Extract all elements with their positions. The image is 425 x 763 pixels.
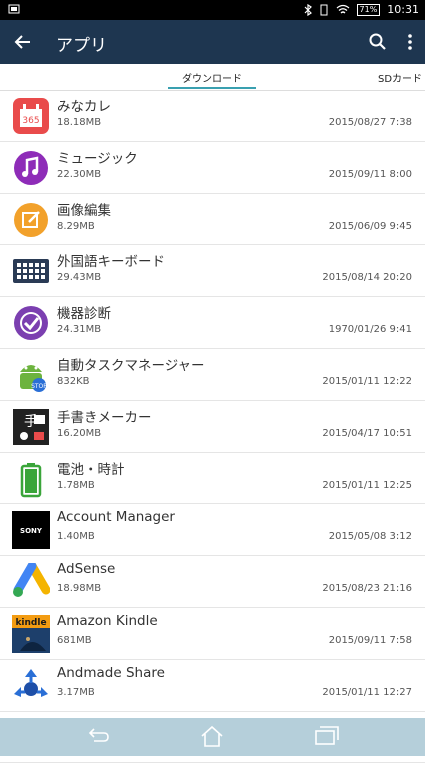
battery-indicator: 71%	[356, 3, 381, 16]
app-list-item[interactable]: 365 みなカレ 18.18MB 2015/08/27 7:38	[0, 90, 425, 142]
diagnostics-icon	[12, 304, 50, 342]
app-date: 2015/05/08 3:12	[328, 531, 412, 543]
app-date: 2015/08/23 21:16	[322, 583, 412, 595]
active-tab-indicator	[168, 87, 256, 89]
app-list-item[interactable]: ミュージック 22.30MB 2015/09/11 8:00	[0, 142, 425, 194]
image-edit-icon	[12, 201, 50, 239]
app-size: 24.31MB	[57, 324, 102, 336]
bluetooth-icon	[304, 3, 312, 16]
handwriting-icon: 手	[12, 408, 50, 446]
vibrate-icon	[320, 4, 328, 15]
tab-download[interactable]: ダウンロード	[168, 70, 256, 89]
app-date: 2015/01/11 12:22	[322, 375, 412, 387]
app-date: 2015/01/11 12:25	[322, 479, 412, 491]
status-bar: 71% 10:31	[0, 0, 425, 20]
app-name: ミュージック	[57, 150, 138, 167]
app-size: 832KB	[57, 375, 90, 387]
app-size: 29.43MB	[57, 272, 102, 284]
app-name: 機器診断	[57, 306, 111, 323]
app-list-item[interactable]: STOP 自動タスクマネージャー 832KB 2015/01/11 12:22	[0, 349, 425, 401]
app-date: 2015/04/17 10:51	[322, 427, 412, 439]
app-list-item[interactable]: AdSense 18.98MB 2015/08/23 21:16	[0, 556, 425, 608]
app-name: 外国語キーボード	[57, 254, 165, 271]
wifi-icon	[336, 4, 349, 13]
app-name: AdSense	[57, 561, 116, 578]
svg-text:STOP: STOP	[31, 383, 47, 390]
home-nav-icon[interactable]	[199, 724, 225, 750]
tab-sd-card[interactable]: SDカード	[378, 70, 422, 85]
app-list-item[interactable]: 機器診断 24.31MB 1970/01/26 9:41	[0, 297, 425, 349]
svg-text:365: 365	[22, 116, 39, 126]
svg-text:kindle: kindle	[15, 618, 46, 628]
svg-text:SONY: SONY	[20, 527, 43, 535]
adsense-icon	[12, 561, 51, 601]
screenshot-notification-icon	[8, 3, 20, 18]
clock: 10:31	[387, 3, 419, 16]
app-size: 22.30MB	[57, 168, 102, 180]
app-bar: アプリ	[0, 20, 425, 64]
search-icon[interactable]	[367, 31, 389, 53]
back-arrow-icon[interactable]	[10, 29, 36, 55]
app-name: 手書きメーカー	[57, 409, 152, 426]
page-title: アプリ	[56, 36, 107, 56]
app-list-item[interactable]: 外国語キーボード 29.43MB 2015/08/14 20:20	[0, 245, 425, 298]
battery-icon	[12, 460, 50, 498]
app-date: 2015/09/11 7:58	[328, 634, 412, 646]
app-list-item[interactable]: Andmade Share 3.17MB 2015/01/11 12:27	[0, 660, 425, 712]
app-name: Amazon Kindle	[57, 612, 158, 629]
app-list-item[interactable]: 手 手書きメーカー 16.20MB 2015/04/17 10:51	[0, 401, 425, 453]
app-date: 2015/09/11 8:00	[328, 168, 412, 180]
app-size: 1.40MB	[57, 531, 95, 543]
app-size: 16.20MB	[57, 427, 102, 439]
android-task-icon: STOP	[12, 356, 50, 394]
app-date: 1970/01/26 9:41	[328, 324, 412, 336]
app-name: Account Manager	[57, 509, 175, 526]
sony-icon: SONY	[12, 511, 50, 550]
tab-sd-card-label: SDカード	[378, 74, 423, 85]
app-list-item[interactable]: SONY Account Manager 1.40MB 2015/05/08 3…	[0, 504, 425, 557]
app-name: みなカレ	[57, 99, 111, 115]
app-date: 2015/08/27 7:38	[328, 117, 412, 128]
app-size: 18.18MB	[57, 117, 102, 128]
kindle-icon: kindle	[12, 614, 50, 653]
back-nav-icon[interactable]	[86, 724, 112, 748]
app-size: 18.98MB	[57, 583, 102, 595]
navigation-bar	[0, 718, 425, 756]
app-size: 8.29MB	[57, 220, 95, 232]
app-list-item[interactable]: 電池・時計 1.78MB 2015/01/11 12:25	[0, 453, 425, 505]
tab-bar: ダウンロード SDカード	[0, 64, 425, 91]
app-name: 自動タスクマネージャー	[57, 357, 205, 374]
app-list-item[interactable]: kindle Amazon Kindle 681MB 2015/09/11 7:…	[0, 608, 425, 660]
app-size: 1.78MB	[57, 479, 95, 491]
keyboard-icon	[12, 252, 50, 290]
app-date: 2015/08/14 20:20	[322, 272, 412, 284]
app-size: 3.17MB	[57, 686, 95, 698]
app-date: 2015/01/11 12:27	[322, 686, 412, 698]
overflow-menu-icon[interactable]	[403, 31, 417, 53]
app-list-item[interactable]: 画像編集 8.29MB 2015/06/09 9:45	[0, 194, 425, 246]
app-list[interactable]: 365 みなカレ 18.18MB 2015/08/27 7:38 ミュージック …	[0, 90, 425, 763]
app-name: Andmade Share	[57, 664, 165, 681]
app-name: 画像編集	[57, 202, 111, 219]
music-icon	[12, 149, 50, 187]
tab-download-label: ダウンロード	[182, 74, 242, 85]
app-date: 2015/06/09 9:45	[328, 220, 412, 232]
app-name: 電池・時計	[57, 461, 125, 478]
app-size: 681MB	[57, 634, 92, 646]
recent-apps-icon[interactable]	[313, 724, 341, 748]
share-icon	[12, 667, 50, 705]
calendar-icon: 365	[12, 97, 50, 135]
